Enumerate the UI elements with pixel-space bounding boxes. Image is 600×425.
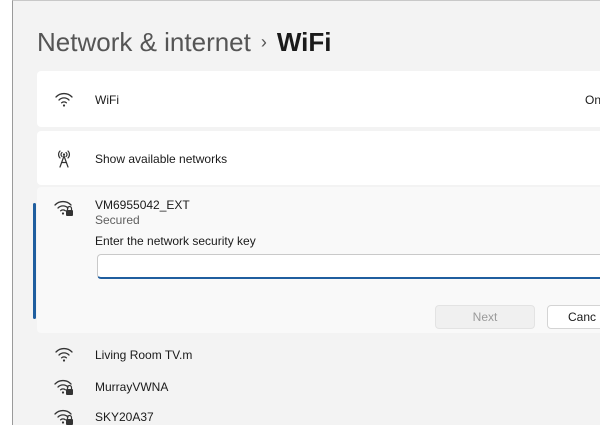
wifi-label: WiFi	[95, 93, 119, 107]
secured-wifi-icon	[53, 196, 75, 218]
security-key-prompt: Enter the network security key	[95, 234, 256, 248]
selected-network-panel: VM6955042_EXT Secured Enter the network …	[33, 187, 600, 333]
network-item-living-room-tv[interactable]: Living Room TV.m	[37, 339, 600, 369]
network-ssid: MurrayVWNA	[95, 380, 169, 394]
breadcrumb-parent[interactable]: Network & internet	[37, 27, 251, 57]
selected-network-security: Secured	[95, 213, 140, 227]
wifi-toggle-row[interactable]: WiFi On	[37, 71, 600, 127]
show-available-networks-label: Show available networks	[95, 152, 228, 166]
secured-wifi-icon	[53, 405, 75, 425]
cancel-button[interactable]: Canc	[547, 305, 600, 329]
next-button[interactable]: Next	[435, 305, 535, 329]
secured-wifi-icon	[53, 375, 75, 397]
selection-indicator	[33, 203, 36, 319]
wifi-state[interactable]: On	[585, 93, 600, 107]
show-available-networks-row[interactable]: Show available networks	[37, 131, 600, 185]
security-key-input[interactable]	[97, 254, 600, 279]
breadcrumb-current: WiFi	[276, 27, 332, 57]
wifi-icon	[53, 88, 75, 110]
settings-window: Network & internet › WiFi WiFi On Show a…	[12, 0, 600, 425]
breadcrumb-separator: ›	[260, 32, 267, 52]
wifi-icon	[53, 343, 75, 365]
selected-network-ssid: VM6955042_EXT	[95, 198, 190, 212]
network-item-sky20a37[interactable]: SKY20A37	[37, 401, 600, 425]
network-item-murrayvwna[interactable]: MurrayVWNA	[37, 371, 600, 401]
network-ssid: SKY20A37	[95, 410, 154, 424]
page-title: Network & internet › WiFi	[37, 27, 332, 58]
antenna-icon	[53, 147, 75, 169]
network-ssid: Living Room TV.m	[95, 348, 193, 362]
